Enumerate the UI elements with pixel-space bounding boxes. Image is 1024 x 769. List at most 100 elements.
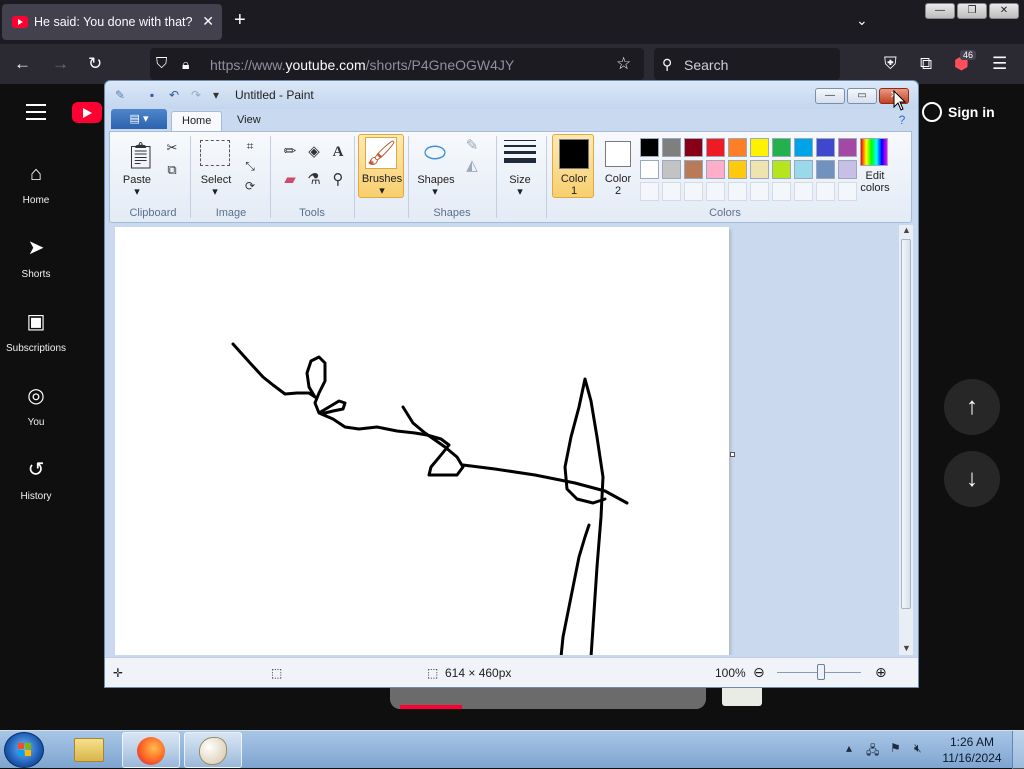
help-icon[interactable]: ? (895, 113, 909, 127)
zoom-slider-thumb[interactable] (817, 664, 825, 680)
shorts-progress-bar[interactable] (400, 705, 462, 709)
show-hidden-icons[interactable]: ▴ (846, 741, 852, 755)
address-bar[interactable]: ⛉ 🔒︎ https://www.youtube.com/shorts/P4Gn… (150, 48, 644, 80)
url-text[interactable]: https://www.youtube.com/shorts/P4GneOGW4… (210, 57, 514, 73)
tab-view[interactable]: View (227, 111, 271, 131)
forward-arrow-icon[interactable]: → (52, 54, 69, 74)
show-desktop-button[interactable] (1012, 731, 1024, 769)
browser-tab[interactable]: He said: You done with that? I'm ✕ (2, 4, 222, 40)
system-clock[interactable]: 1:26 AM 11/16/2024 (936, 734, 1008, 766)
lock-icon[interactable]: 🔒︎ (182, 54, 189, 74)
previous-short-button[interactable]: ↑ (944, 379, 1000, 435)
resize-icon[interactable]: ⤡ (240, 156, 260, 176)
back-arrow-icon[interactable]: ← (14, 54, 31, 74)
next-short-button[interactable]: ↓ (944, 451, 1000, 507)
crop-icon[interactable]: ⌗ (240, 136, 260, 156)
select-icon[interactable] (200, 140, 230, 166)
shapes-icon[interactable]: ⬭ (420, 136, 450, 168)
palette-swatch[interactable] (662, 138, 681, 157)
extensions-icon[interactable]: ⧉ (920, 54, 932, 74)
pencil-icon[interactable]: ✏ (280, 142, 300, 162)
redo-icon[interactable]: ↷ (189, 88, 203, 102)
drawing-canvas[interactable] (115, 227, 729, 655)
palette-swatch[interactable] (794, 160, 813, 179)
cut-icon[interactable]: ✂ (162, 138, 182, 158)
save-icon[interactable]: ▪ (145, 88, 159, 102)
zoom-in-icon[interactable]: ⊕ (875, 664, 887, 681)
sidebar-item-you[interactable]: ◎ You (0, 384, 72, 428)
magnifier-icon[interactable]: ⚲ (328, 170, 348, 190)
tab-close-button[interactable]: ✕ (202, 13, 214, 30)
customize-quick-access-icon[interactable]: ▾ (209, 88, 223, 102)
network-icon[interactable]: 🖧︎ (866, 741, 879, 762)
shield-icon[interactable]: ⛉ (156, 54, 167, 74)
paste-icon[interactable]: 📋︎ (124, 140, 157, 170)
palette-swatch[interactable] (750, 160, 769, 179)
search-bar[interactable]: ⚲ Search (654, 48, 840, 80)
reload-icon[interactable]: ↻ (88, 54, 102, 74)
palette-swatch[interactable] (728, 160, 747, 179)
volume-muted-icon[interactable]: 🔇︎ (914, 741, 922, 756)
fill-icon[interactable]: ◭ (462, 156, 482, 176)
custom-color-slot[interactable] (750, 182, 769, 201)
browser-minimize-button[interactable]: — (925, 3, 955, 19)
palette-swatch[interactable] (794, 138, 813, 157)
paint-maximize-button[interactable]: ▭ (847, 88, 877, 104)
text-tool-icon[interactable]: A (328, 142, 348, 162)
palette-swatch[interactable] (728, 138, 747, 157)
palette-swatch[interactable] (706, 160, 725, 179)
zoom-out-icon[interactable]: ⊖ (753, 664, 765, 681)
custom-color-slot[interactable] (640, 182, 659, 201)
palette-swatch[interactable] (640, 160, 659, 179)
list-all-tabs-button[interactable]: ⌄ (856, 12, 868, 29)
palette-swatch[interactable] (640, 138, 659, 157)
shapes-dropdown-icon[interactable]: ▾ (430, 186, 440, 199)
palette-swatch[interactable] (816, 160, 835, 179)
undo-icon[interactable]: ↶ (167, 88, 181, 102)
sidebar-item-home[interactable]: ⌂ Home (0, 162, 72, 206)
custom-color-slot[interactable] (662, 182, 681, 201)
paint-menu-button[interactable]: ▤ ▾ (111, 109, 167, 129)
custom-color-slot[interactable] (706, 182, 725, 201)
paint-title-bar[interactable]: ✎ ▪ ↶ ↷ ▾ Untitled - Paint — ▭ ✕ (105, 81, 918, 109)
taskbar-file-explorer[interactable] (60, 732, 118, 768)
guide-menu-icon[interactable] (26, 104, 46, 125)
action-center-flag-icon[interactable]: ⚑ (890, 741, 901, 755)
scroll-thumb[interactable] (901, 239, 911, 609)
tab-home[interactable]: Home (171, 111, 223, 131)
custom-color-slot[interactable] (684, 182, 703, 201)
size-icon[interactable] (504, 140, 536, 163)
color-picker-icon[interactable]: ⚗ (304, 170, 324, 190)
palette-swatch[interactable] (772, 138, 791, 157)
fill-bucket-icon[interactable]: ◈ (304, 142, 324, 162)
taskbar-firefox[interactable] (122, 732, 180, 768)
custom-color-slot[interactable] (728, 182, 747, 201)
palette-swatch[interactable] (684, 138, 703, 157)
sidebar-item-shorts[interactable]: ➤ Shorts (0, 236, 72, 280)
paint-minimize-button[interactable]: — (815, 88, 845, 104)
vertical-scrollbar[interactable]: ▲ ▼ (899, 225, 913, 655)
app-menu-icon[interactable]: ☰ (992, 54, 1007, 74)
canvas-resize-handle[interactable] (730, 452, 735, 457)
brushes-button[interactable]: 🖌︎ Brushes ▾ (358, 134, 404, 198)
scroll-down-icon[interactable]: ▼ (902, 643, 911, 653)
rotate-icon[interactable]: ⟳ (240, 176, 260, 196)
color2-button[interactable]: Color 2 (596, 134, 638, 198)
browser-restore-button[interactable]: ❐ (957, 3, 987, 19)
bookmark-star-icon[interactable]: ☆ (616, 54, 631, 74)
taskbar-paint[interactable] (184, 732, 242, 768)
sidebar-item-subscriptions[interactable]: ▣ Subscriptions (0, 310, 72, 354)
sidebar-item-history[interactable]: ↺ History (0, 458, 72, 502)
size-dropdown-icon[interactable]: ▾ (515, 186, 525, 199)
color1-button[interactable]: Color 1 (552, 134, 594, 198)
browser-close-button[interactable]: ✕ (989, 3, 1019, 19)
palette-swatch[interactable] (706, 138, 725, 157)
edit-colors-icon[interactable] (860, 138, 888, 166)
custom-color-slot[interactable] (816, 182, 835, 201)
new-tab-button[interactable]: + (234, 10, 246, 30)
outline-icon[interactable]: ✎ (462, 136, 482, 156)
eraser-icon[interactable]: ▰ (280, 170, 300, 190)
palette-swatch[interactable] (816, 138, 835, 157)
palette-swatch[interactable] (750, 138, 769, 157)
youtube-logo[interactable] (72, 102, 102, 123)
